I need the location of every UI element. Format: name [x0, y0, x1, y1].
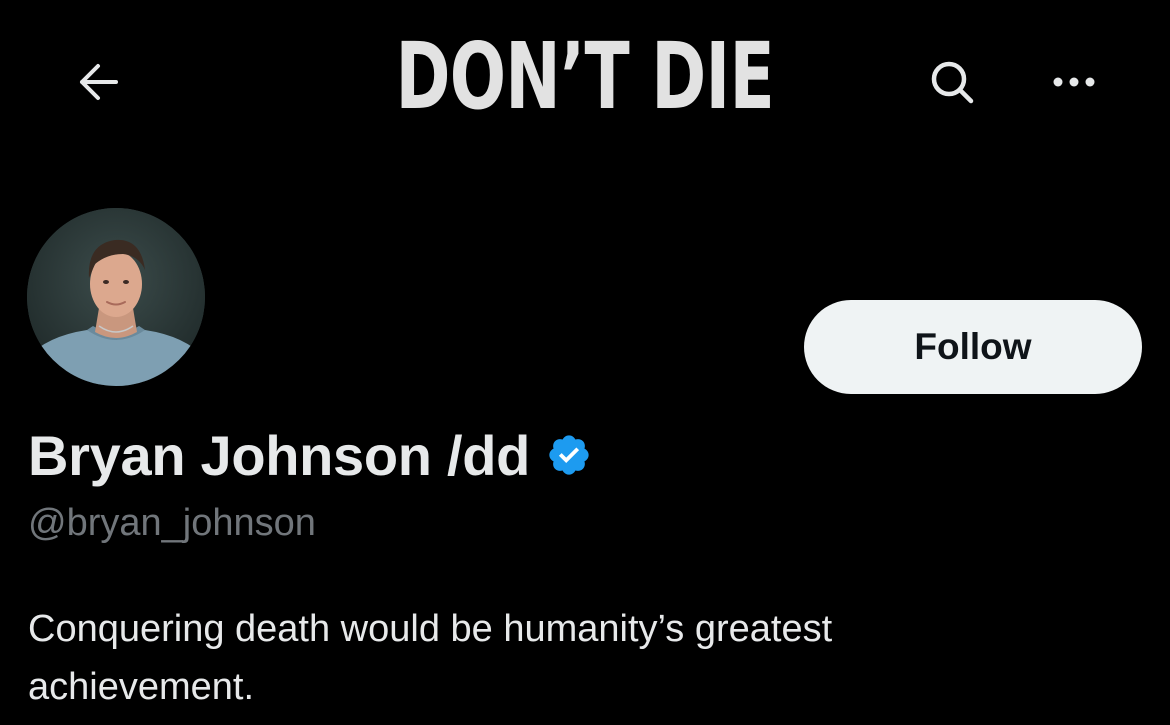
profile-bio: Conquering death would be humanity’s gre…: [28, 608, 833, 708]
arrow-left-icon: [76, 62, 120, 107]
search-icon: [928, 58, 976, 111]
display-name: Bryan Johnson /dd: [28, 423, 531, 487]
banner-title: DON’T DIE: [395, 23, 774, 130]
avatar[interactable]: [27, 208, 205, 386]
follow-button[interactable]: Follow: [804, 300, 1142, 394]
back-button[interactable]: [66, 52, 130, 116]
profile-header: DON’T DIE: [0, 0, 1170, 170]
verified-badge-icon[interactable]: [546, 432, 592, 478]
name-row: Bryan Johnson /dd: [28, 420, 592, 490]
search-button[interactable]: [920, 52, 984, 116]
more-options-button[interactable]: [1042, 52, 1106, 116]
more-horizontal-icon: [1052, 75, 1096, 93]
user-handle: @bryan_johnson: [28, 502, 316, 544]
